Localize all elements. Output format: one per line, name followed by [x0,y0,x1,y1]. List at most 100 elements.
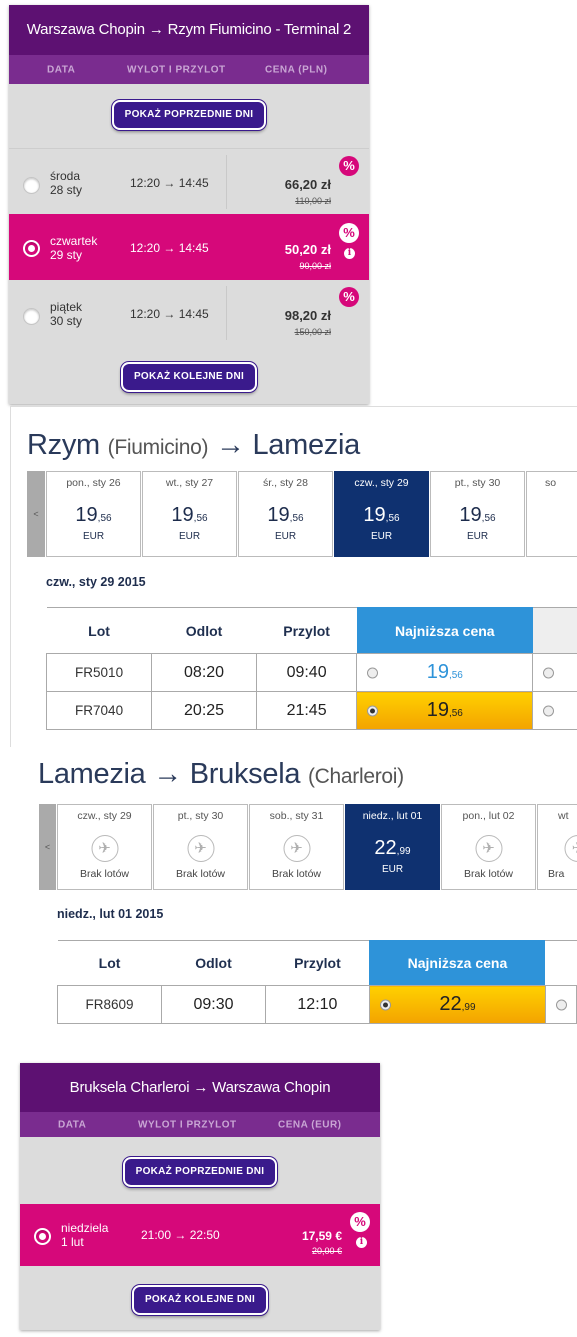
next-fare-cell[interactable] [532,653,577,692]
header-flight: Lot [46,607,152,654]
no-flights-label: Brak lotów [175,868,226,880]
radio-button-checked[interactable] [379,999,391,1010]
show-next-days-button[interactable]: POKAŻ KOLEJNE DNI [132,1285,268,1315]
radio-button[interactable] [543,705,555,716]
day-selector-item[interactable]: czw., sty 29 ✈ Brak lotów [57,804,152,890]
day-selector-item[interactable]: wt., sty 27 19,56 EUR [142,471,237,557]
radio-button[interactable] [23,177,40,194]
origin-city: Rzym [27,429,100,461]
radio-button[interactable] [555,999,567,1010]
day-label: sob., sty 31 [269,810,324,822]
fare-price: 17,59 € [301,1229,342,1243]
day-selector-item-active[interactable]: czw., sty 29 19,56 EUR [334,471,429,557]
price-decimal: ,99 [396,846,411,857]
day-selector-item-partial[interactable]: wt ✈ Bra [537,804,577,890]
table-row-selected[interactable]: FR8609 09:30 12:10 22,99 [56,985,577,1024]
no-flights-label: Brak lotów [79,868,130,880]
price-decimal: ,56 [193,513,208,524]
day-label: pt., sty 30 [177,810,224,822]
no-flights-label: Brak lotów [271,868,322,880]
return-fare-panel: Bruksela Charleroi → Warszawa Chopin DAT… [20,1063,380,1330]
info-icon[interactable]: i [356,1237,367,1248]
radio-button[interactable] [367,667,379,678]
header-lowest-price: Najniższa cena [356,607,533,654]
fare-row[interactable]: piątek 30 sty 12:20 → 14:45 98,20 zł 150… [9,280,369,346]
row-date: środa 28 sty [50,169,82,197]
weekday-label: środa [50,169,81,183]
lowest-fare-cell-selected[interactable]: 22,99 [368,985,546,1024]
route-title: Rzym (Fiumicino) → Lamezia [27,429,360,462]
day-label: pt., sty 30 [454,477,501,489]
header-depart: Odlot [161,940,266,986]
fare-row-selected[interactable]: czwartek 29 sty 12:20 → 14:45 50,20 zł 9… [9,214,369,280]
day-selector-item-partial[interactable]: so [526,471,577,557]
day-price: 19,56 [47,504,140,527]
price-integer: 22 [374,837,397,859]
flight-number: FR7040 [45,691,153,730]
route-title: Bruksela Charleroi → Warszawa Chopin [69,1079,331,1096]
original-price: 20,00 € [311,1246,342,1256]
previous-days-arrow[interactable]: < [27,471,45,557]
fare-list: POKAŻ POPRZEDNIE DNI niedziela 1 lut 21:… [20,1137,380,1330]
original-price: 90,00 zł [299,261,331,271]
departure-time: 20:25 [151,691,257,730]
day-selector-item[interactable]: pon., sty 26 19,56 EUR [46,471,141,557]
currency-label: EUR [466,531,489,542]
day-selector-item[interactable]: pt., sty 30 19,56 EUR [430,471,525,557]
next-fare-cell[interactable] [532,691,577,730]
day-selector-item[interactable]: pt., sty 30 ✈ Brak lotów [153,804,248,890]
column-price: CENA (PLN) [265,64,328,75]
info-icon[interactable]: i [344,248,355,259]
flight-times: 12:20 → 14:45 [130,307,209,321]
fare-list: POKAŻ POPRZEDNIE DNI środa 28 sty 12:20 … [9,84,369,404]
lowest-fare-cell-selected[interactable]: 19,56 [356,691,534,730]
day-selector-item-active[interactable]: niedz., lut 01 22,99 EUR [345,804,440,890]
flight-number: FR8609 [56,985,163,1024]
previous-days-arrow[interactable]: < [39,804,56,890]
next-fare-cell[interactable] [544,985,577,1024]
date-label: 30 sty [50,314,83,328]
radio-button-checked[interactable] [34,1228,51,1245]
header-arrive: Przylot [265,940,370,986]
show-previous-days-button[interactable]: POKAŻ POPRZEDNIE DNI [123,1157,277,1187]
price-integer: 19 [459,504,482,526]
radio-button-checked[interactable] [23,240,40,257]
day-label: czw., sty 29 [77,810,132,822]
fare-price: 98,20 zł [284,308,331,323]
currency-label: EUR [178,531,201,542]
fare-row[interactable]: środa 28 sty 12:20 → 14:45 66,20 zł 110,… [9,148,369,215]
airplane-icon: ✈ [564,835,577,862]
ryanair-connection-panel: Lamezia → Bruksela (Charleroi) < czw., s… [27,752,577,1047]
price-decimal: ,56 [448,708,463,719]
day-label: śr., sty 28 [263,477,308,489]
route-header: Bruksela Charleroi → Warszawa Chopin [20,1063,380,1112]
day-selector-item[interactable]: śr., sty 28 19,56 EUR [238,471,333,557]
radio-button[interactable] [23,308,40,325]
price-integer: 19 [363,504,386,526]
fare-row-selected[interactable]: niedziela 1 lut 21:00 → 22:50 17,59 € 20… [20,1204,380,1266]
no-flights-label: Bra [548,868,565,880]
show-previous-days-button[interactable]: POKAŻ POPRZEDNIE DNI [112,100,266,130]
show-next-days-button[interactable]: POKAŻ KOLEJNE DNI [121,362,257,392]
table-header-row: Lot Odlot Przylot Najniższa cena [46,607,577,654]
route-arrow: → [215,429,245,461]
day-selector-item[interactable]: sob., sty 31 ✈ Brak lotów [249,804,344,890]
airplane-icon: ✈ [475,835,502,862]
fare-price: 66,20 zł [284,177,331,192]
flight-times: 21:00 → 22:50 [141,1228,220,1242]
table-row[interactable]: FR5010 08:20 09:40 19,56 [45,653,577,692]
flights-table: Lot Odlot Przylot Najniższa cena FR8609 … [56,940,577,1024]
lowest-fare-cell[interactable]: 19,56 [356,653,534,692]
price-decimal: ,99 [461,1002,476,1013]
column-price: CENA (EUR) [278,1119,342,1130]
original-price: 150,00 zł [294,327,331,337]
radio-button-checked[interactable] [367,705,379,716]
outbound-fare-panel: Warszawa Chopin → Rzym Fiumicino - Termi… [9,5,369,404]
radio-button[interactable] [543,667,555,678]
route-arrow: → [153,758,182,790]
divider [226,155,227,209]
arrival-time: 21:45 [255,691,358,730]
day-label: so [545,477,557,489]
table-row-selected[interactable]: FR7040 20:25 21:45 19,56 [45,691,577,730]
day-selector-item[interactable]: pon., lut 02 ✈ Brak lotów [441,804,536,890]
